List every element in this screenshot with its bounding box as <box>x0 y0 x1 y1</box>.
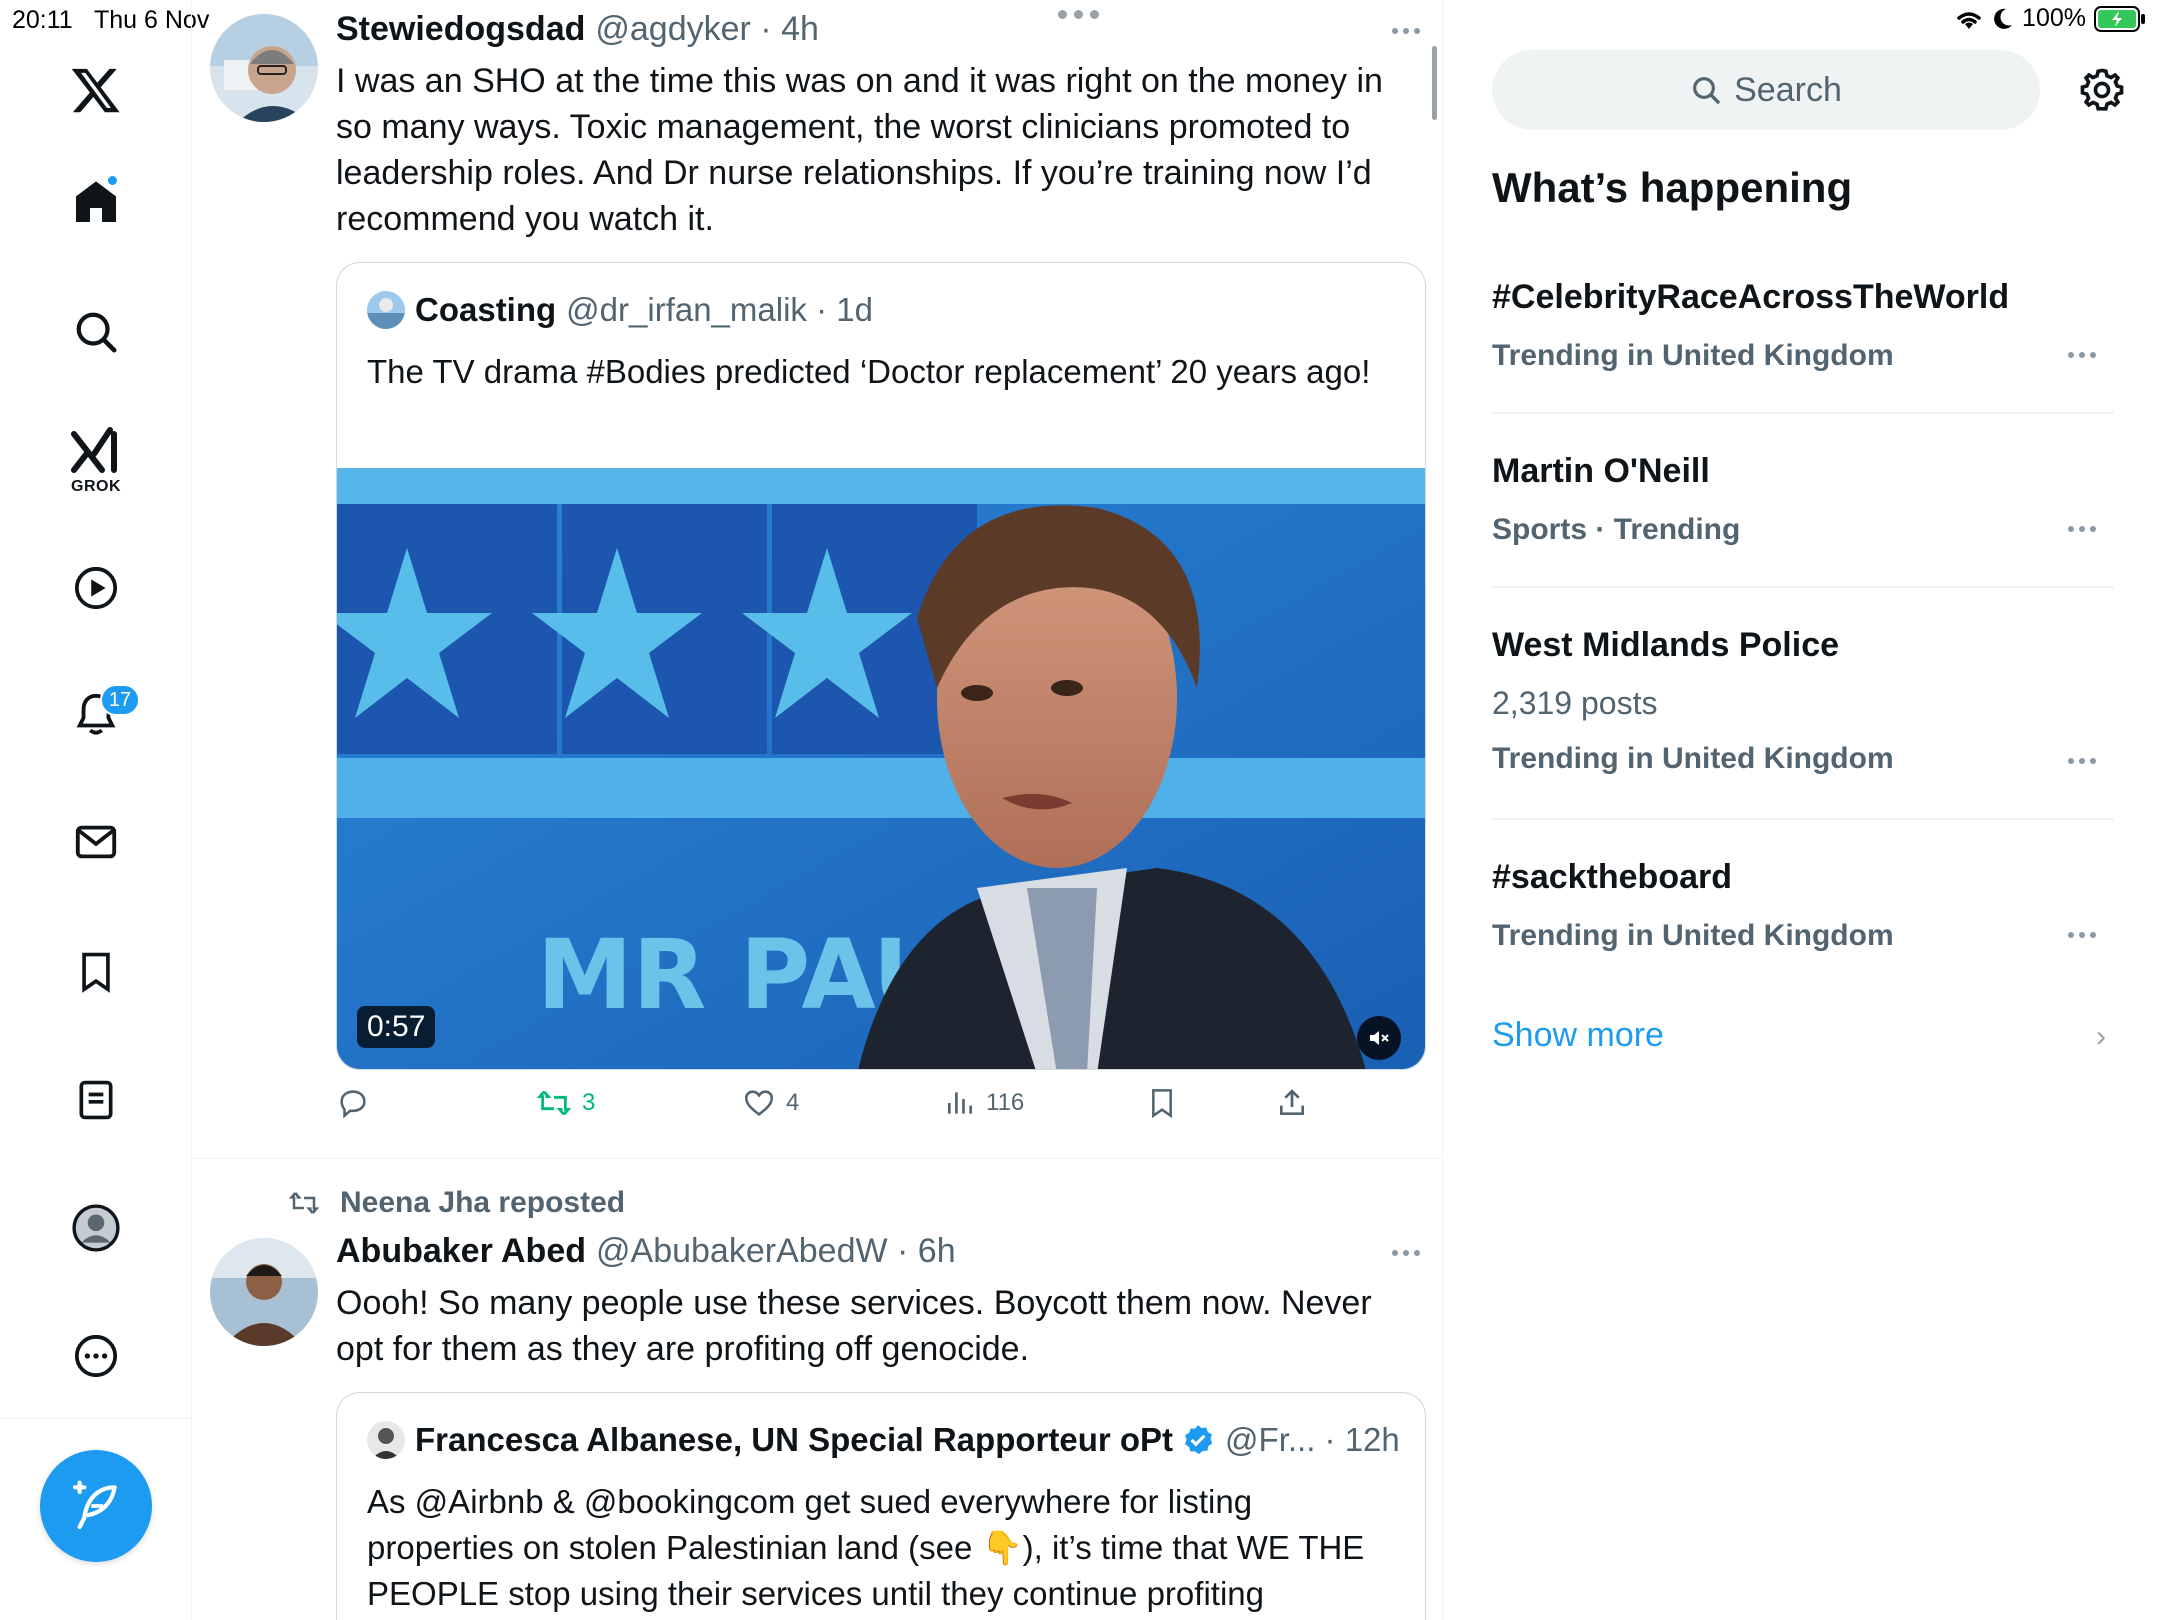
show-more-link[interactable]: Show more <box>1492 1016 1664 1055</box>
trend-context: Trending in United Kingdom <box>1492 339 1894 372</box>
trend-divider <box>1492 586 2114 588</box>
search-icon <box>1693 77 1720 104</box>
grok-label: GROK <box>71 478 121 495</box>
x-logo-icon[interactable] <box>66 60 126 120</box>
home-icon[interactable] <box>66 172 126 232</box>
right-sidebar: Search What’s happening #CelebrityRaceAc… <box>1444 0 2160 1620</box>
trend-name: #sacktheboard <box>1492 858 1732 896</box>
quoted-author-name: Coasting <box>415 291 557 328</box>
notifications-badge: 17 <box>100 684 140 716</box>
like-count: 4 <box>786 1089 800 1116</box>
compose-post-button[interactable] <box>40 1450 152 1562</box>
share-icon <box>1280 1089 1304 1115</box>
trend-context: Trending in United Kingdom <box>1492 742 1894 775</box>
trend-item[interactable]: West Midlands Police 2,319 posts Trendin… <box>1492 626 2114 776</box>
video-mute-icon[interactable] <box>1357 1016 1401 1060</box>
bookmarks-icon[interactable] <box>66 942 126 1002</box>
views-button[interactable]: 116 <box>944 1086 1024 1120</box>
tweet-more-icon[interactable] <box>1392 28 1420 34</box>
more-options-icon[interactable] <box>66 1326 126 1386</box>
trend-more-icon[interactable] <box>2068 352 2096 358</box>
quoted-author-name: Francesca Albanese, UN Special Rapporteu… <box>415 1421 1174 1458</box>
share-button[interactable] <box>1276 1086 1308 1120</box>
tweet-header: Abubaker Abed @AbubakerAbedW · 6h <box>336 1232 956 1271</box>
trend-name: West Midlands Police <box>1492 626 1840 664</box>
retweet-count: 3 <box>582 1089 596 1116</box>
tweet-header: Stewiedogsdad @agdyker · 4h <box>336 10 819 49</box>
author-handle-time[interactable]: @agdyker · 4h <box>595 10 819 49</box>
trend-item[interactable]: #sacktheboard Trending in United Kingdom <box>1492 858 2114 953</box>
search-placeholder: Search <box>1734 70 1842 109</box>
trend-divider <box>1492 818 2114 820</box>
left-nav-rail: GROK 17 <box>0 0 192 1620</box>
view-count: 116 <box>986 1089 1025 1116</box>
retweet-button[interactable]: 3 <box>536 1086 595 1120</box>
reply-icon <box>340 1090 366 1119</box>
retweet-icon <box>536 1090 572 1116</box>
chevron-right-icon[interactable]: › <box>2096 1020 2106 1054</box>
trend-more-icon[interactable] <box>2068 526 2096 532</box>
tweet-more-icon[interactable] <box>1392 1250 1420 1256</box>
lists-icon[interactable] <box>66 1070 126 1130</box>
tweet-text: I was an SHO at the time this was on and… <box>336 62 1383 238</box>
tweet-author-avatar[interactable] <box>210 1238 318 1346</box>
author-name[interactable]: Stewiedogsdad <box>336 10 585 49</box>
bookmark-icon <box>1152 1089 1172 1119</box>
home-unread-dot <box>108 176 117 185</box>
profile-avatar-icon[interactable] <box>66 1198 126 1258</box>
quoted-author-avatar <box>367 1421 405 1459</box>
tweet-author-avatar[interactable] <box>210 14 318 122</box>
author-name[interactable]: Abubaker Abed <box>336 1232 586 1271</box>
heart-icon <box>744 1090 774 1116</box>
trend-name: #CelebrityRaceAcrossTheWorld <box>1492 278 2010 316</box>
messages-envelope-icon[interactable] <box>66 812 126 872</box>
whats-happening-title: What’s happening <box>1492 164 1853 211</box>
tweet-actions: 3 4 116 <box>336 1086 1336 1136</box>
tweet-divider <box>193 1158 1443 1159</box>
explore-search-icon[interactable] <box>66 302 126 362</box>
compose-feather-icon <box>72 1480 117 1530</box>
video-play-icon[interactable] <box>66 558 126 618</box>
verified-badge-icon <box>1185 1425 1213 1455</box>
quoted-tweet-card[interactable]: Coasting @dr_irfan_malik · 1d The TV dra… <box>336 262 1426 1070</box>
repost-icon <box>288 1192 320 1214</box>
author-handle-time[interactable]: @AbubakerAbedW · 6h <box>596 1232 956 1271</box>
bookmark-button[interactable] <box>1146 1086 1178 1120</box>
trend-post-count: 2,319 posts <box>1492 685 1658 721</box>
quoted-author-handle-time: @dr_irfan_malik · 1d <box>566 291 873 328</box>
quoted-tweet-header: Francesca Albanese, UN Special Rapporteu… <box>367 1421 1400 1459</box>
trend-divider <box>1492 412 2114 414</box>
trend-name: Martin O'Neill <box>1492 452 1710 490</box>
video-duration: 0:57 <box>357 1006 436 1048</box>
search-bar[interactable]: Search <box>1492 50 2040 130</box>
rail-divider <box>0 1418 192 1419</box>
trend-more-icon[interactable] <box>2068 932 2096 938</box>
trend-item[interactable]: #CelebrityRaceAcrossTheWorld Trending in… <box>1492 278 2114 373</box>
analytics-icon <box>948 1092 972 1114</box>
trend-context: Trending in United Kingdom <box>1492 919 1894 952</box>
like-button[interactable]: 4 <box>742 1086 799 1120</box>
repost-label: Neena Jha reposted <box>340 1186 626 1219</box>
quoted-video[interactable]: MR PAUL TR 0:57 <box>337 468 1425 1069</box>
trend-more-icon[interactable] <box>2068 758 2096 764</box>
quoted-author-avatar <box>367 291 405 329</box>
repost-context[interactable]: Neena Jha reposted <box>286 1186 625 1220</box>
trend-item[interactable]: Martin O'Neill Sports · Trending <box>1492 452 2114 547</box>
tweet-text: Oooh! So many people use these services.… <box>336 1284 1372 1368</box>
feed-scrollbar[interactable] <box>1432 46 1437 120</box>
quoted-tweet-header: Coasting @dr_irfan_malik · 1d <box>367 291 873 329</box>
settings-gear-icon[interactable] <box>2072 60 2132 120</box>
quoted-tweet-text: The TV drama #Bodies predicted ‘Doctor r… <box>367 353 1371 390</box>
trend-context: Sports · Trending <box>1492 513 1741 546</box>
quoted-author-handle-time: @Fr... · 12h <box>1225 1421 1400 1458</box>
grok-icon[interactable] <box>66 420 126 480</box>
quoted-tweet-text: As @Airbnb & @bookingcom get sued everyw… <box>367 1483 1365 1612</box>
reply-button[interactable] <box>336 1086 370 1120</box>
quoted-tweet-card[interactable]: Francesca Albanese, UN Special Rapporteu… <box>336 1392 1426 1620</box>
